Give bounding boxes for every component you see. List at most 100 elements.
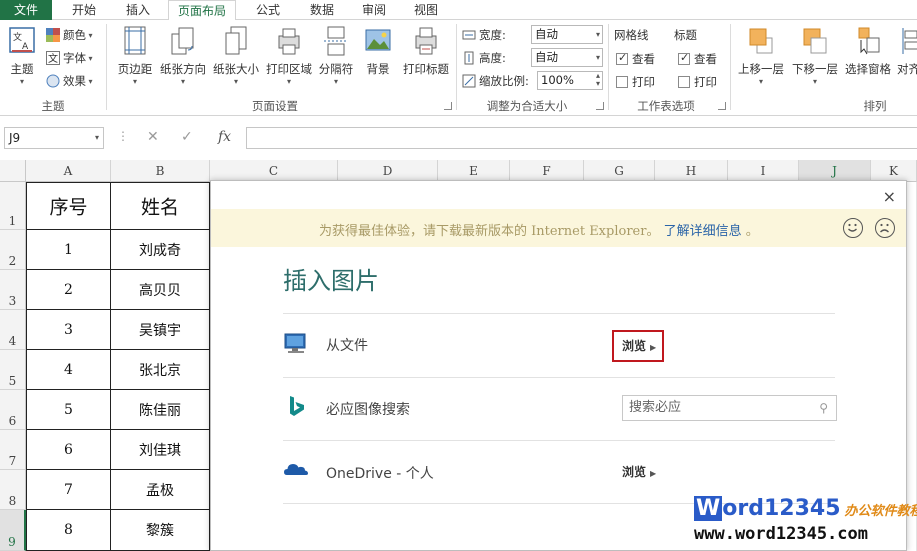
formula-input[interactable] bbox=[246, 127, 917, 149]
column-header[interactable]: B bbox=[111, 160, 210, 182]
gridlines-print-checkbox[interactable]: 打印 bbox=[616, 74, 655, 90]
row-header[interactable]: 3 bbox=[0, 270, 26, 310]
sheet-options-dialog-launcher-icon[interactable] bbox=[718, 102, 726, 110]
row-number: 3 bbox=[8, 294, 17, 308]
name-box[interactable]: J9 ▾ bbox=[4, 127, 104, 149]
column-header[interactable]: F bbox=[510, 160, 584, 182]
table-cell[interactable]: 7 bbox=[26, 470, 111, 510]
search-icon[interactable]: ⚲ bbox=[819, 396, 828, 420]
table-cell[interactable]: 高贝贝 bbox=[111, 270, 210, 310]
row-header[interactable]: 2 bbox=[0, 230, 26, 270]
column-header[interactable]: J bbox=[799, 160, 871, 182]
page-setup-dialog-launcher-icon[interactable] bbox=[444, 102, 452, 110]
tab-file[interactable]: 文件 bbox=[0, 0, 52, 20]
table-cell[interactable]: 张北京 bbox=[111, 350, 210, 390]
row-header[interactable]: 1 bbox=[0, 182, 26, 230]
scale-stepper[interactable]: 100% ▴ ▾ bbox=[537, 71, 603, 90]
colors-button[interactable]: 颜色 ▾ bbox=[46, 27, 93, 43]
selection-pane-button[interactable]: 选择窗格 bbox=[842, 26, 894, 77]
enter-check-icon[interactable]: ✓ bbox=[181, 129, 193, 145]
row-header[interactable]: 4 bbox=[0, 310, 26, 350]
height-select[interactable]: 自动 ▾ bbox=[531, 48, 603, 67]
send-backward-button[interactable]: 下移一层 ▾ bbox=[789, 26, 841, 86]
cell-value: 张北京 bbox=[139, 362, 181, 379]
smile-feedback-icon[interactable] bbox=[843, 218, 863, 238]
browse-from-file-button[interactable]: 浏览 ▶ bbox=[612, 330, 664, 362]
width-value: 自动 bbox=[535, 27, 558, 41]
close-icon[interactable]: × bbox=[883, 187, 896, 206]
themes-button[interactable]: 文A 主题 ▾ bbox=[4, 26, 40, 86]
spinner-icon[interactable]: ▴ ▾ bbox=[596, 72, 600, 88]
row-number: 7 bbox=[8, 454, 17, 468]
browse-onedrive-button[interactable]: 浏览 ▶ bbox=[622, 463, 656, 480]
table-cell[interactable]: 4 bbox=[26, 350, 111, 390]
table-cell[interactable]: 6 bbox=[26, 430, 111, 470]
table-cell[interactable]: 刘成奇 bbox=[111, 230, 210, 270]
effects-button[interactable]: 效果 ▾ bbox=[46, 73, 93, 89]
column-header[interactable]: H bbox=[655, 160, 728, 182]
column-header[interactable]: G bbox=[584, 160, 655, 182]
frown-feedback-icon[interactable] bbox=[875, 218, 895, 238]
breaks-label: 分隔符 bbox=[318, 62, 354, 76]
from-file-label: 从文件 bbox=[326, 338, 368, 354]
row-header[interactable]: 9 bbox=[0, 510, 26, 551]
row-header[interactable]: 8 bbox=[0, 470, 26, 510]
learn-more-link[interactable]: 了解详细信息 bbox=[664, 224, 742, 239]
row-header[interactable]: 7 bbox=[0, 430, 26, 470]
table-header-cell[interactable]: 姓名 bbox=[111, 182, 210, 230]
chevron-down-icon: ▾ bbox=[812, 77, 817, 86]
gridlines-view-checkbox[interactable]: 查看 bbox=[616, 51, 655, 67]
row-header[interactable]: 5 bbox=[0, 350, 26, 390]
table-cell[interactable]: 陈佳丽 bbox=[111, 390, 210, 430]
column-header[interactable]: I bbox=[728, 160, 799, 182]
bing-search-input[interactable]: 搜索必应 ⚲ bbox=[622, 395, 837, 421]
table-cell[interactable]: 3 bbox=[26, 310, 111, 350]
tab-page-layout[interactable]: 页面布局 bbox=[168, 0, 236, 21]
tab-review[interactable]: 审阅 bbox=[352, 0, 396, 20]
cancel-icon[interactable]: ✕ bbox=[147, 129, 159, 145]
height-icon bbox=[464, 51, 474, 65]
column-header[interactable]: A bbox=[26, 160, 111, 182]
table-cell[interactable]: 5 bbox=[26, 390, 111, 430]
print-titles-button[interactable]: 打印标题 bbox=[400, 26, 452, 77]
tab-formulas[interactable]: 公式 bbox=[246, 0, 290, 20]
column-header[interactable]: C bbox=[210, 160, 338, 182]
tab-home[interactable]: 开始 bbox=[62, 0, 106, 20]
more-options-icon[interactable]: ⋮ bbox=[117, 129, 129, 143]
width-select[interactable]: 自动 ▾ bbox=[531, 25, 603, 44]
column-header[interactable]: K bbox=[871, 160, 917, 182]
headings-view-checkbox[interactable]: 查看 bbox=[678, 51, 717, 67]
align-button[interactable]: 对齐 bbox=[897, 26, 917, 77]
orientation-button[interactable]: 纸张方向 ▾ bbox=[158, 26, 208, 86]
margins-button[interactable]: 页边距 ▾ bbox=[113, 26, 157, 86]
table-cell[interactable]: 孟极 bbox=[111, 470, 210, 510]
fonts-button[interactable]: 文 字体 ▾ bbox=[46, 50, 93, 66]
table-cell[interactable]: 吴镇宇 bbox=[111, 310, 210, 350]
table-cell[interactable]: 8 bbox=[26, 510, 111, 551]
headings-print-checkbox[interactable]: 打印 bbox=[678, 74, 717, 90]
tab-insert[interactable]: 插入 bbox=[116, 0, 160, 20]
table-header-cell[interactable]: 序号 bbox=[26, 182, 111, 230]
column-header[interactable]: E bbox=[438, 160, 510, 182]
row-header[interactable]: 6 bbox=[0, 390, 26, 430]
scale-dialog-launcher-icon[interactable] bbox=[596, 102, 604, 110]
cell-value: 吴镇宇 bbox=[139, 322, 181, 339]
table-cell[interactable]: 1 bbox=[26, 230, 111, 270]
insert-function-icon[interactable]: fx bbox=[218, 129, 231, 145]
cell-value: 陈佳丽 bbox=[139, 402, 181, 419]
column-header[interactable]: D bbox=[338, 160, 438, 182]
background-button[interactable]: 背景 bbox=[360, 26, 396, 77]
size-button[interactable]: 纸张大小 ▾ bbox=[211, 26, 261, 86]
table-cell[interactable]: 刘佳琪 bbox=[111, 430, 210, 470]
tab-view[interactable]: 视图 bbox=[404, 0, 448, 20]
headings-heading: 标题 bbox=[674, 28, 697, 42]
select-all-corner[interactable] bbox=[0, 160, 26, 182]
bring-forward-button[interactable]: 上移一层 ▾ bbox=[735, 26, 787, 86]
print-area-button[interactable]: 打印区域 ▾ bbox=[263, 26, 315, 86]
tab-data[interactable]: 数据 bbox=[300, 0, 344, 20]
breaks-button[interactable]: 分隔符 ▾ bbox=[316, 26, 356, 86]
table-cell[interactable]: 黎簇 bbox=[111, 510, 210, 551]
row-number: 8 bbox=[8, 494, 17, 508]
height-label: 高度: bbox=[479, 51, 506, 65]
table-cell[interactable]: 2 bbox=[26, 270, 111, 310]
